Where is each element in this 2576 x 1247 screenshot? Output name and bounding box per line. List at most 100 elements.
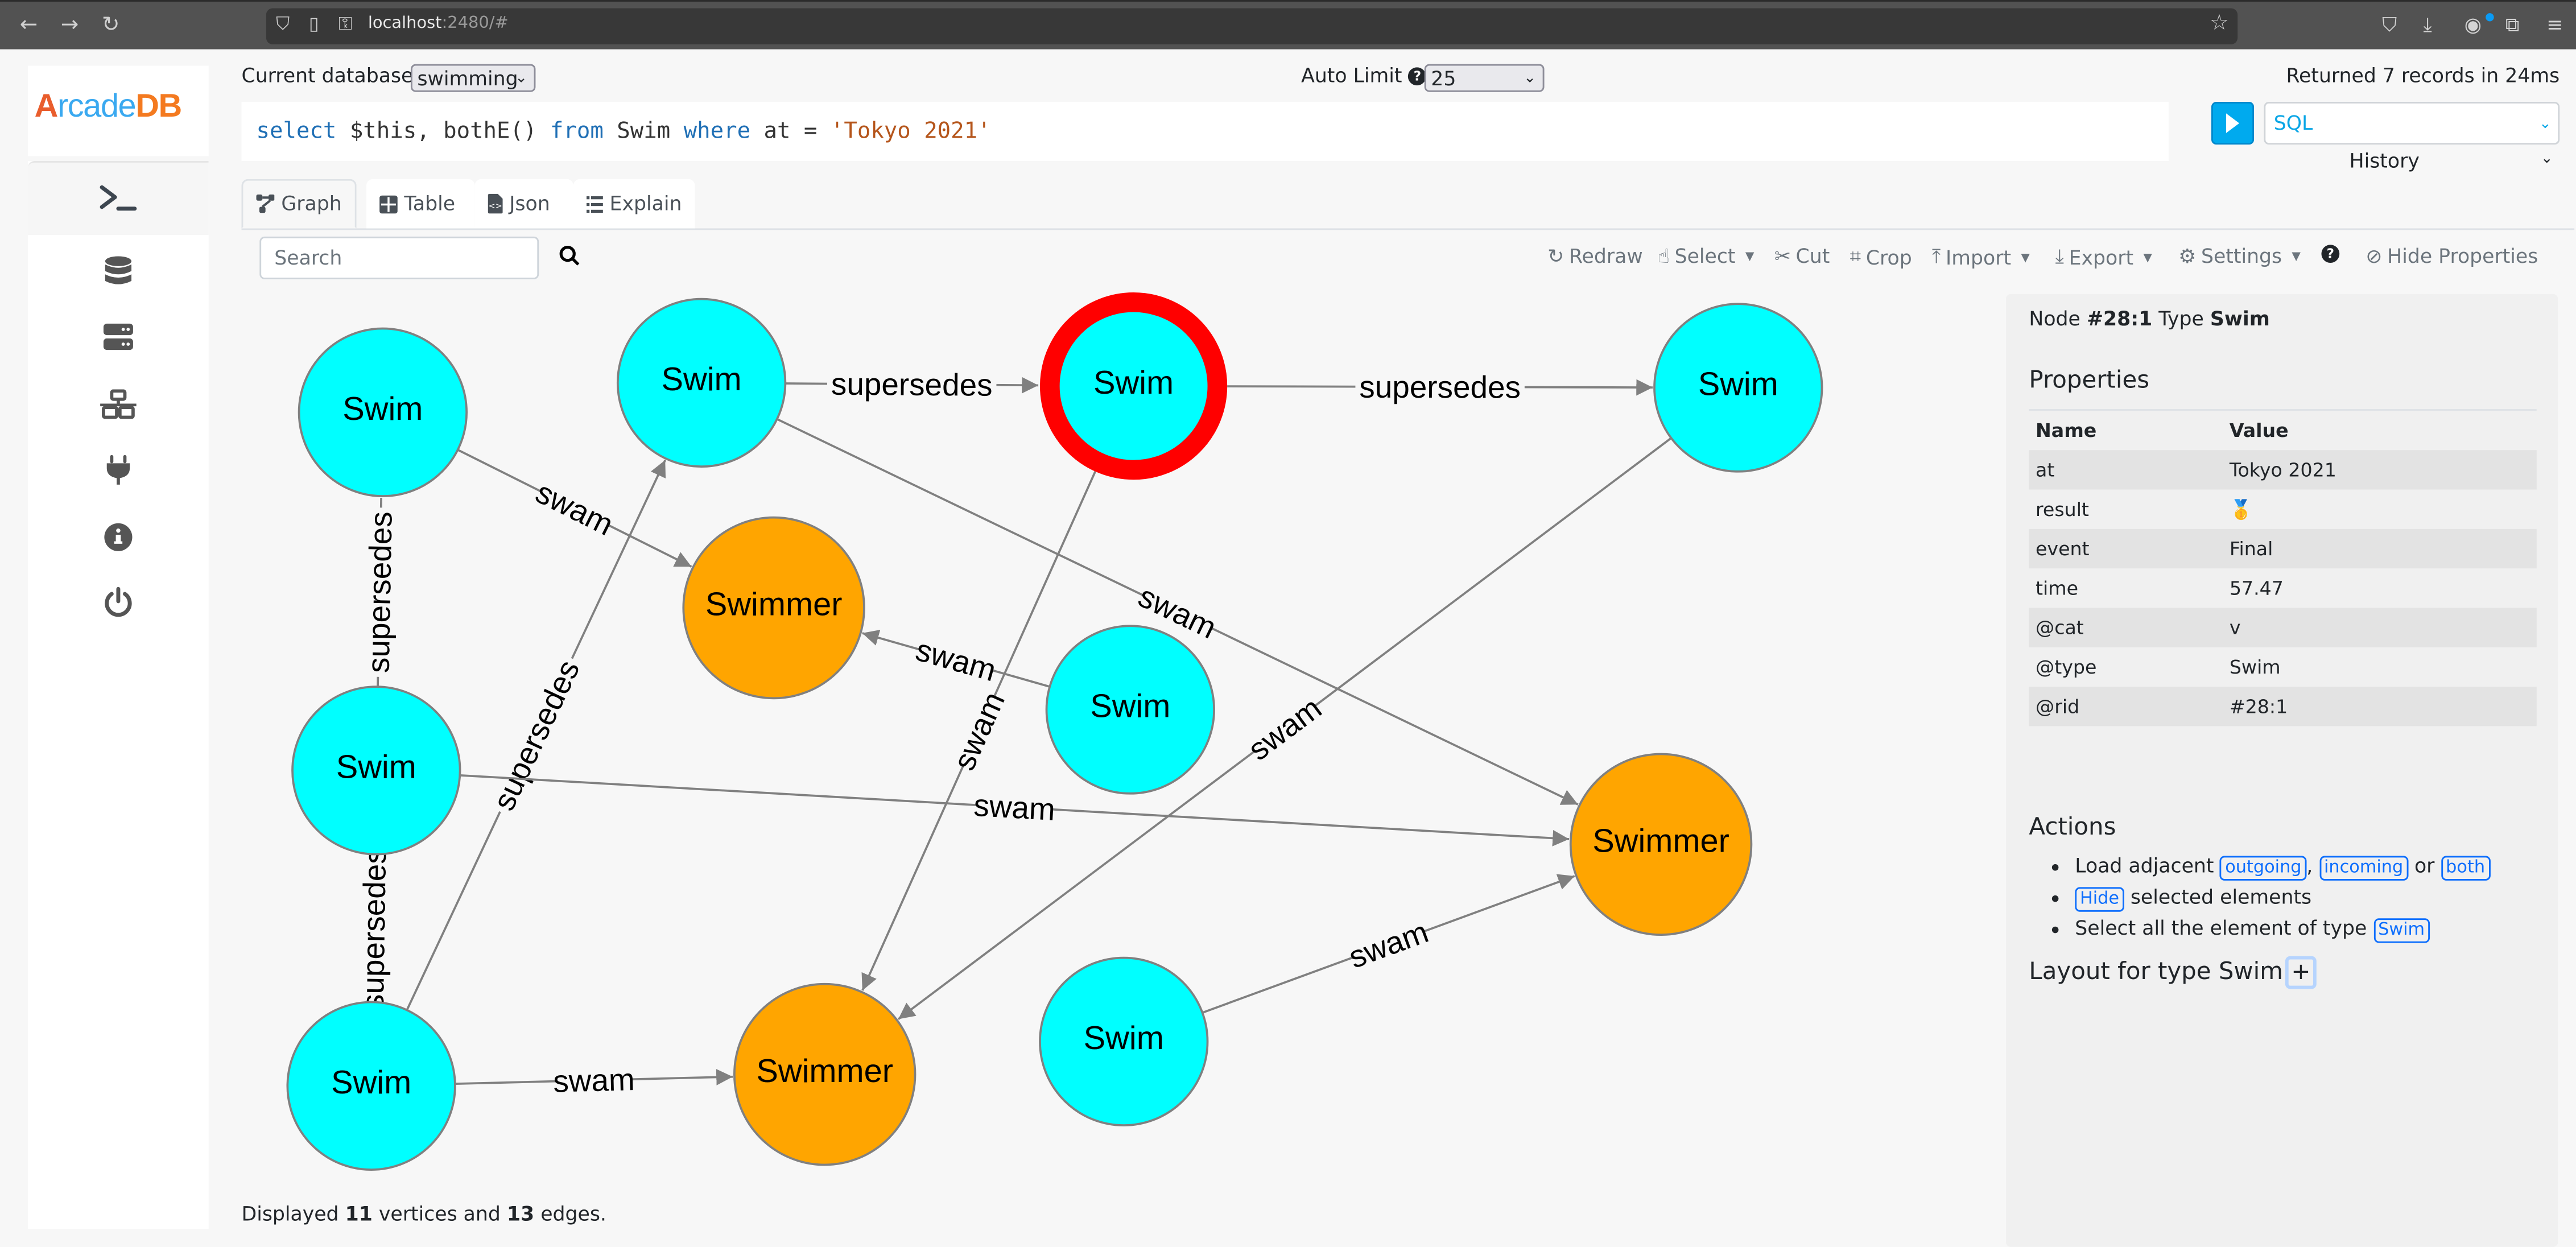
edge-label: swam	[1241, 690, 1328, 767]
server-icon	[103, 323, 133, 350]
graph-edge[interactable]: supersedes	[785, 365, 1039, 403]
cut-button[interactable]: ✂ Cut	[1774, 245, 1830, 267]
tab-table-label: Table	[404, 192, 456, 216]
add-layout-button[interactable]: +	[2284, 956, 2317, 989]
back-icon[interactable]: ←	[20, 11, 38, 41]
action-select-type: Select all the element of type Swim	[2075, 915, 2490, 943]
chevron-down-icon: ⌄	[2540, 151, 2553, 168]
graph-node-swim[interactable]: Swim	[1653, 303, 1823, 473]
property-name: event	[2029, 528, 2223, 569]
download-icon[interactable]: ⤓	[2424, 13, 2432, 38]
graph-edge[interactable]: supersedes	[354, 844, 394, 1014]
graph-edge[interactable]: swam	[455, 1061, 733, 1100]
query-status: Returned 7 records in 24ms	[2286, 64, 2560, 88]
hide-selected-button[interactable]: Hide	[2075, 887, 2124, 912]
action-load-adjacent: Load adjacent outgoing, incoming or both	[2075, 853, 2490, 881]
search-icon[interactable]	[559, 245, 580, 266]
load-incoming-button[interactable]: incoming	[2319, 856, 2408, 881]
property-row: result 🥇	[2029, 490, 2536, 529]
database-select[interactable]: swimming ⌄	[410, 64, 536, 92]
load-outgoing-button[interactable]: outgoing	[2220, 856, 2307, 881]
crop-button[interactable]: ⌗ Crop	[1850, 245, 1912, 269]
url-bar[interactable]: ⛉ ▯ ⚿ localhost:2480/# ☆	[266, 8, 2238, 44]
graph-search-input[interactable]	[259, 236, 539, 279]
graph-edge[interactable]: swam	[897, 437, 1672, 1020]
sidebar-item-database[interactable]	[28, 240, 209, 303]
type-prefix: Type	[2158, 307, 2204, 331]
sidebar-item-logout[interactable]	[28, 572, 209, 634]
query-editor[interactable]: select $this, bothE() from Swim where at…	[241, 102, 2169, 162]
graph-node-swim[interactable]: Swim	[1045, 625, 1215, 795]
pocket-icon[interactable]: ⛉	[2382, 13, 2397, 38]
property-value: #28:1	[2223, 687, 2537, 726]
select-type-button[interactable]: Swim	[2373, 918, 2430, 943]
layout-section: Layout for type Swim +	[2029, 956, 2317, 989]
redraw-label: Redraw	[1569, 245, 1643, 268]
graph-canvas[interactable]: supersedes supersedes swam supersedes supers…	[242, 287, 2003, 1199]
history-dropdown[interactable]: History ⌄	[2264, 148, 2560, 177]
property-value: Tokyo 2021	[2223, 450, 2537, 490]
url-path: :2480/#	[441, 14, 509, 33]
graph-node-swim[interactable]: Swim	[298, 327, 468, 497]
graph-node-swim[interactable]: Swim	[616, 298, 787, 468]
account-icon[interactable]: ◉	[2464, 13, 2482, 36]
hide-properties-button[interactable]: ⊘ Hide Properties	[2366, 245, 2538, 267]
url-host: localhost	[368, 14, 442, 33]
sidebar-item-info[interactable]	[28, 506, 209, 568]
bookmark-star-icon[interactable]: ☆	[2210, 11, 2229, 36]
settings-dropdown[interactable]: ⚙ Settings ▼	[2178, 245, 2301, 267]
graph-node-swim[interactable]: Swim	[1039, 956, 1209, 1127]
tab-json[interactable]: <> Json	[474, 179, 573, 229]
sidebar-item-query[interactable]	[28, 161, 209, 235]
menu-icon[interactable]: ≡	[2546, 13, 2563, 36]
graph-node-swimmer[interactable]: Swimmer	[1569, 753, 1753, 936]
forward-icon[interactable]: →	[61, 11, 79, 41]
import-label: Import	[1946, 245, 2012, 269]
edge-label: swam	[1344, 914, 1433, 975]
studio-page: ArcadeDB Current database: swimming ⌄ Au…	[0, 49, 2576, 1247]
run-query-button[interactable]	[2211, 102, 2255, 145]
language-select[interactable]: SQL ⌄	[2264, 102, 2560, 145]
property-value: Swim	[2229, 655, 2281, 679]
query-code[interactable]: select $this, bothE() from Swim where at…	[256, 118, 990, 144]
graph-edge[interactable]: swam	[862, 629, 1050, 688]
arcadedb-logo[interactable]: ArcadeDB	[28, 65, 209, 156]
graph-node-swim[interactable]: Swim	[286, 1001, 456, 1171]
graph-edge[interactable]: swam	[460, 774, 1570, 847]
graph-edge[interactable]: swam	[1202, 874, 1575, 1014]
graph-node-swim[interactable]: Swim	[291, 686, 461, 856]
export-dropdown[interactable]: ⤓ Export ▼	[2055, 245, 2152, 269]
graph-node-swimmer[interactable]: Swimmer	[682, 516, 865, 700]
tab-table[interactable]: Table	[366, 179, 475, 229]
graph-edge[interactable]: supersedes	[360, 497, 399, 687]
tab-graph[interactable]: Graph	[241, 179, 357, 229]
node-type: Swim	[2210, 307, 2270, 331]
edge-label: supersedes	[360, 511, 398, 674]
property-name: @cat	[2029, 608, 2223, 647]
import-dropdown[interactable]: ⤒ Import ▼	[1932, 245, 2030, 269]
upload-icon: ⤒	[1932, 245, 1941, 268]
graph-node-swimmer[interactable]: Swimmer	[733, 982, 917, 1166]
redraw-button[interactable]: ↻ Redraw	[1547, 245, 1642, 267]
graph-edge[interactable]: supersedes	[1227, 368, 1653, 406]
sidebar-item-server[interactable]	[28, 305, 209, 368]
help-icon[interactable]: ?	[1408, 67, 1427, 86]
sidebar-item-api[interactable]	[28, 439, 209, 501]
caret-down-icon: ▼	[2143, 250, 2152, 264]
property-value: 57.47	[2229, 576, 2284, 600]
select-dropdown[interactable]: ☝ Select ▼	[1658, 245, 1755, 267]
auto-limit-select[interactable]: 25 ⌄	[1424, 64, 1545, 92]
extensions-icon[interactable]: ⧉	[2505, 13, 2520, 38]
sidebar-item-cluster[interactable]	[28, 373, 209, 436]
node-label: Swimmer	[1592, 823, 1729, 860]
load-both-button[interactable]: both	[2441, 856, 2490, 881]
tab-explain[interactable]: Explain	[573, 179, 695, 229]
property-value: v	[2223, 608, 2537, 647]
graph-node-swim[interactable]: Swim	[1039, 292, 1228, 480]
url-text[interactable]: localhost:2480/#	[368, 15, 509, 33]
graph-help-button[interactable]: ?	[2321, 245, 2340, 263]
graph-edge[interactable]: swam	[457, 449, 692, 568]
properties-title: Properties	[2029, 368, 2150, 395]
column-header-value: Value	[2229, 419, 2289, 442]
reload-icon[interactable]: ↻	[102, 11, 119, 41]
